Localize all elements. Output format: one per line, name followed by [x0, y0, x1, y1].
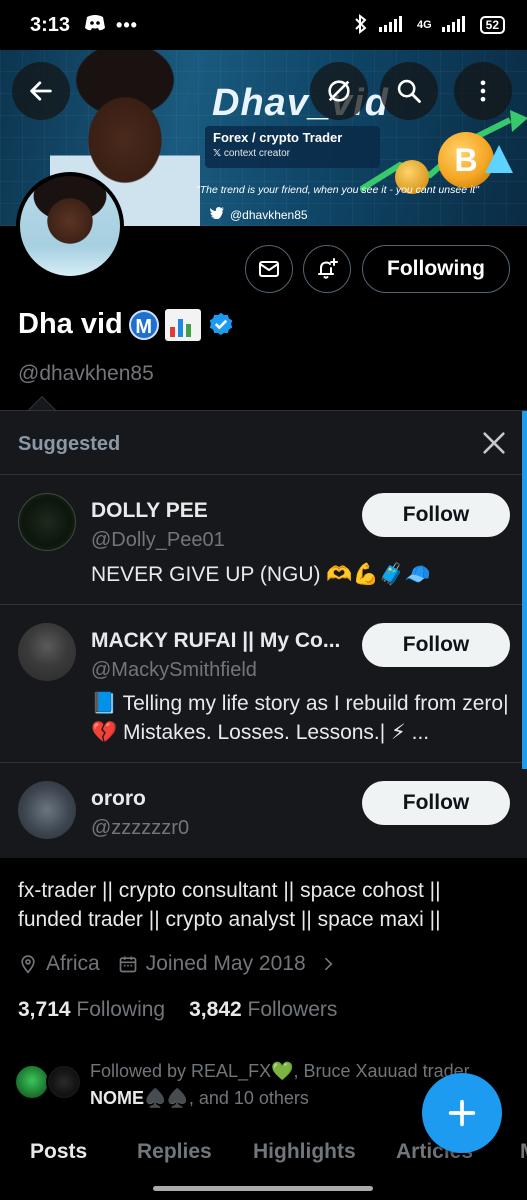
- profile-handle: @dhavkhen85: [18, 362, 154, 385]
- tab-media[interactable]: M: [520, 1140, 527, 1164]
- following-stat[interactable]: 3,714 Following: [18, 998, 165, 1022]
- follower-avatar-2: [46, 1064, 82, 1100]
- user-bio: NEVER GIVE UP (NGU) 🫶💪🧳🧢: [91, 563, 431, 586]
- banner-subtitle-box: Forex / crypto Trader 𝕏 context creator: [205, 126, 380, 168]
- user-handle: @zzzzzzr0: [91, 817, 190, 839]
- chart-emoji-icon: [164, 308, 201, 341]
- follow-button[interactable]: Follow: [362, 493, 510, 537]
- search-icon: [397, 79, 421, 103]
- battery-indicator: 52: [479, 16, 505, 34]
- status-notification-icons: •••: [84, 14, 138, 37]
- banner-handle-text: @dhavkhen85: [230, 207, 308, 222]
- tab-posts[interactable]: Posts: [30, 1140, 87, 1164]
- follower-avatar-1: [14, 1064, 50, 1100]
- back-button[interactable]: [12, 62, 70, 120]
- banner-quote: "The trend is your friend, when you see …: [196, 184, 479, 196]
- location-text: Africa: [46, 952, 100, 975]
- signal-icon-2: [441, 15, 470, 35]
- suggested-heading: Suggested: [18, 433, 121, 455]
- x-logo-icon: 𝕏: [213, 148, 224, 159]
- following-count: 3,714: [18, 998, 71, 1021]
- followers-stat[interactable]: 3,842 Followers: [189, 998, 337, 1022]
- suggested-user-macky[interactable]: MACKY RUFAI || My Co... @MackySmithfield…: [0, 604, 522, 762]
- profile-stats: 3,714 Following 3,842 Followers: [18, 998, 337, 1022]
- notifications-button[interactable]: [303, 245, 351, 293]
- discord-icon: [84, 14, 106, 37]
- scrollbar[interactable]: [522, 411, 527, 769]
- calendar-icon: [119, 956, 137, 973]
- home-indicator[interactable]: [153, 1186, 373, 1191]
- signal-icon: [378, 15, 407, 35]
- user-bio: 📘 Telling my life story as I rebuild fro…: [91, 692, 509, 744]
- profile-bio: fx-trader || crypto consultant || space …: [18, 876, 513, 934]
- user-handle: @MackySmithfield: [91, 659, 257, 681]
- grok-button[interactable]: [310, 62, 368, 120]
- followers-label: Followers: [247, 998, 338, 1021]
- display-name-text: Dha vid: [18, 308, 123, 340]
- banner-subtitle-2: 𝕏 context creator: [213, 148, 372, 159]
- mail-icon: [259, 261, 279, 277]
- more-notifications-icon: •••: [116, 14, 138, 35]
- following-label: Following: [76, 998, 166, 1021]
- close-icon: [483, 432, 505, 454]
- user-name[interactable]: ororo: [91, 787, 146, 811]
- back-arrow-icon: [30, 81, 52, 101]
- followed-by-suffix: , and 10 others: [188, 1088, 309, 1108]
- tab-highlights[interactable]: Highlights: [253, 1140, 356, 1164]
- location-icon: [21, 955, 35, 974]
- suggested-panel: Suggested DOLLY PEE @Dolly_Pee01 NEVER G…: [0, 410, 527, 858]
- display-name: Dha vid M: [18, 308, 235, 341]
- profile-meta: Africa Joined May 2018: [18, 952, 338, 976]
- user-name[interactable]: DOLLY PEE: [91, 499, 208, 523]
- status-bar: 3:13 ••• 4G 52: [0, 0, 527, 50]
- followed-by-bold-name: NOME♠️♠️: [90, 1088, 189, 1108]
- user-avatar[interactable]: [18, 623, 76, 681]
- followers-count: 3,842: [189, 998, 242, 1021]
- ethereum-graphic: [485, 145, 513, 173]
- user-handle: @Dolly_Pee01: [91, 529, 225, 551]
- verified-icon[interactable]: [207, 311, 235, 339]
- following-button[interactable]: Following: [362, 245, 510, 293]
- plus-icon: [448, 1099, 476, 1127]
- bluetooth-icon: [353, 13, 369, 37]
- joined-text: Joined May 2018: [145, 952, 306, 975]
- banner-subtitle2-text: context creator: [223, 148, 290, 159]
- bio-line-1: fx-trader || crypto consultant || space …: [18, 879, 441, 902]
- user-avatar[interactable]: [18, 493, 76, 551]
- profile-avatar[interactable]: [16, 172, 124, 280]
- close-suggested-button[interactable]: [480, 429, 508, 457]
- compose-button[interactable]: [422, 1073, 502, 1153]
- m-badge-icon: M: [128, 309, 159, 340]
- banner-subtitle: Forex / crypto Trader: [213, 130, 343, 145]
- bio-line-2: funded trader || crypto analyst || space…: [18, 908, 441, 931]
- more-vertical-icon: [480, 80, 486, 102]
- user-avatar[interactable]: [18, 781, 76, 839]
- suggested-user-dolly[interactable]: DOLLY PEE @Dolly_Pee01 NEVER GIVE UP (NG…: [0, 474, 522, 604]
- network-type: 4G: [416, 19, 432, 31]
- search-button[interactable]: [380, 62, 438, 120]
- follow-button[interactable]: Follow: [362, 781, 510, 825]
- user-name[interactable]: MACKY RUFAI || My Co...: [91, 629, 340, 653]
- no-sign-icon: [328, 80, 350, 102]
- more-options-button[interactable]: [454, 62, 512, 120]
- chevron-right-icon[interactable]: [318, 954, 338, 974]
- status-time: 3:13: [30, 13, 71, 36]
- twitter-bird-icon: [210, 207, 224, 222]
- bell-plus-icon: [318, 258, 338, 279]
- follow-button[interactable]: Follow: [362, 623, 510, 667]
- status-right-icons: 4G 52: [353, 13, 505, 37]
- tab-replies[interactable]: Replies: [137, 1140, 212, 1164]
- message-button[interactable]: [245, 245, 293, 293]
- suggested-user-ororo[interactable]: ororo @zzzzzzr0 Follow: [0, 762, 522, 859]
- banner-handle: @dhavkhen85: [210, 207, 308, 222]
- followed-by-prefix: Followed by REAL_FX💚, Bruce Xauuad trade…: [90, 1061, 474, 1081]
